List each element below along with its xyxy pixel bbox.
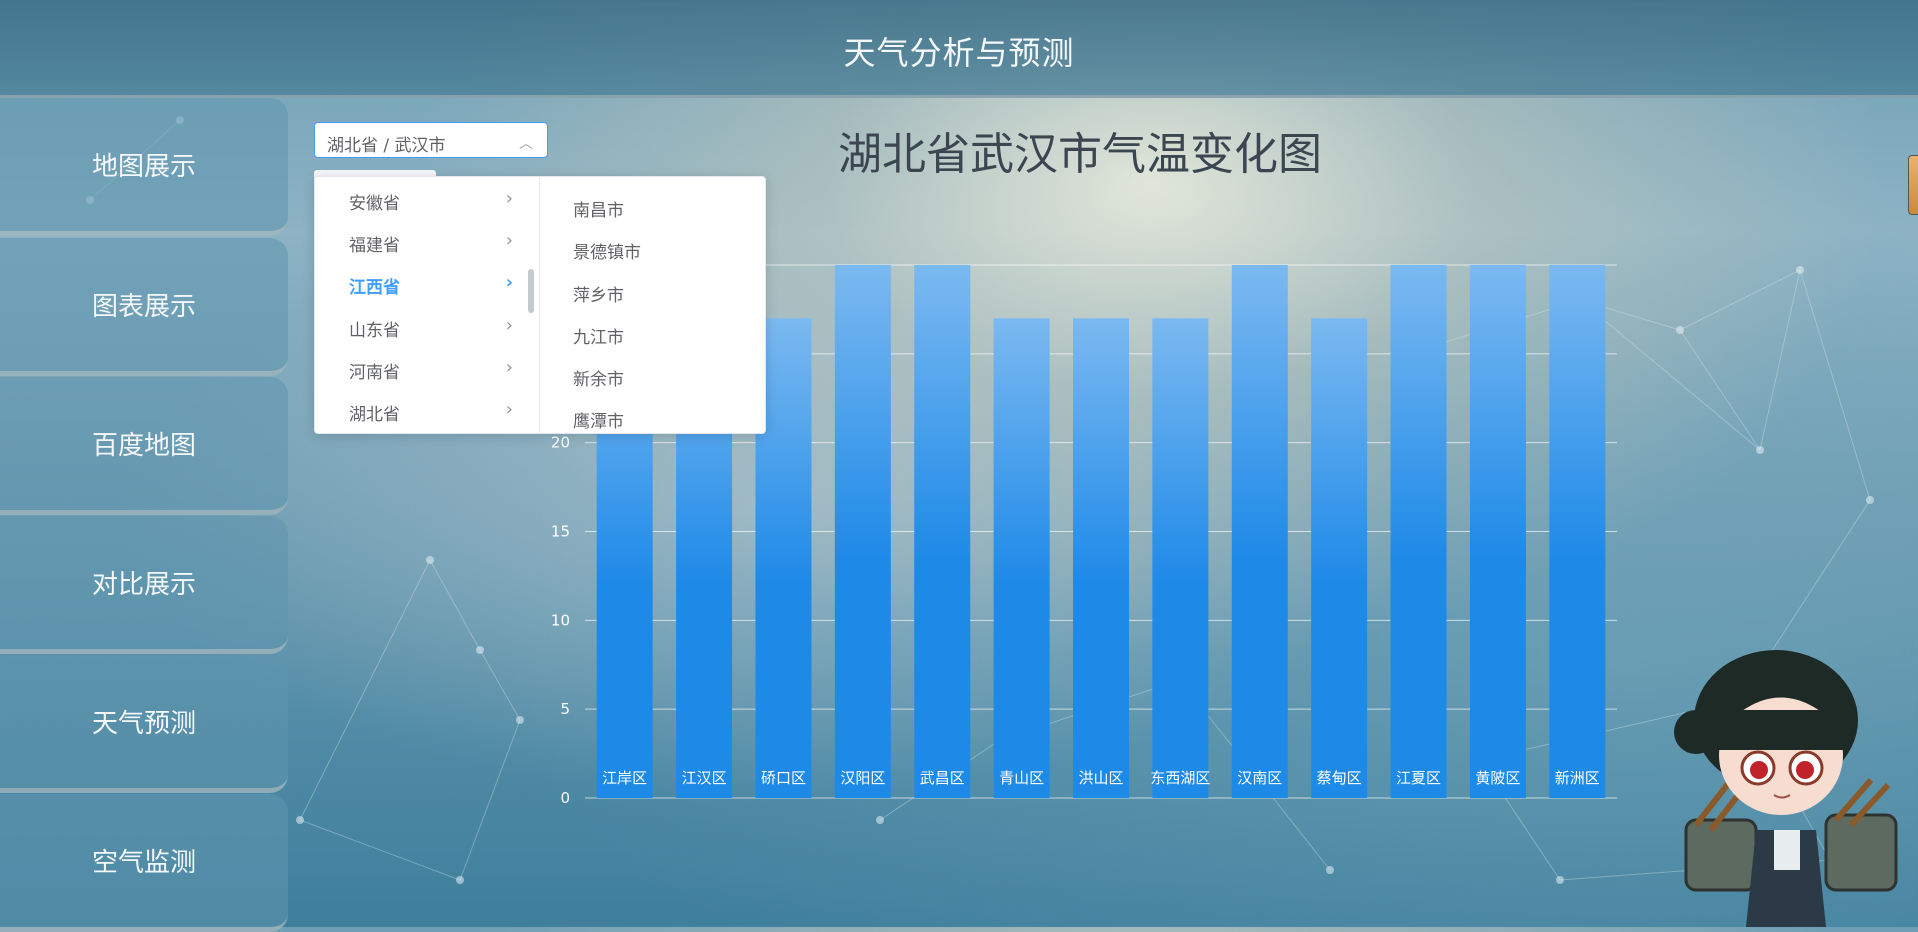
- y-tick-label: 5: [560, 700, 570, 718]
- city-item[interactable]: 南昌市: [540, 186, 765, 226]
- province-item-active[interactable]: 江西省 ›: [315, 263, 529, 303]
- city-label: 南昌市: [573, 201, 624, 221]
- city-item[interactable]: 鹰潭市: [540, 397, 765, 433]
- cascader-value: 湖北省 / 武汉市: [327, 136, 446, 156]
- bar-category-label: 东西湖区: [1150, 769, 1210, 787]
- bar-汉阳区[interactable]: [834, 265, 891, 798]
- province-label: 湖北省: [349, 405, 400, 425]
- bar-蔡甸区[interactable]: [1311, 318, 1368, 798]
- city-item[interactable]: 新余市: [540, 355, 765, 395]
- bar-category-label: 汉南区: [1237, 769, 1282, 787]
- bar-category-label: 武昌区: [920, 769, 965, 787]
- chart-title: 湖北省武汉市气温变化图: [838, 129, 1322, 180]
- chevron-right-icon: ›: [505, 188, 513, 209]
- province-label: 江西省: [349, 278, 400, 298]
- province-label: 山东省: [349, 321, 400, 341]
- menu-scrollbar[interactable]: [528, 269, 534, 313]
- city-label: 景德镇市: [573, 243, 641, 263]
- bar-江夏区[interactable]: [1390, 265, 1447, 798]
- y-tick-label: 10: [551, 611, 570, 629]
- bar-新洲区[interactable]: [1549, 265, 1606, 798]
- province-label: 福建省: [349, 236, 400, 256]
- cascader-dropdown: 安徽省 › 福建省 › 江西省 › 山东省 › 河南省 › 湖北省 › 南昌市 景德镇市 萍…: [314, 176, 766, 434]
- province-label: 河南省: [349, 363, 400, 383]
- y-tick-label: 15: [551, 523, 570, 541]
- province-item[interactable]: 安徽省 ›: [315, 179, 529, 219]
- bar-category-label: 江汉区: [682, 769, 727, 787]
- chevron-right-icon: ›: [505, 272, 513, 293]
- region-cascader[interactable]: 湖北省 / 武汉市 ︿: [314, 122, 548, 158]
- province-item[interactable]: 福建省 ›: [315, 221, 529, 261]
- bar-category-label: 洪山区: [1078, 769, 1123, 787]
- bar-武昌区[interactable]: [914, 265, 971, 798]
- city-item[interactable]: 萍乡市: [540, 271, 765, 311]
- bar-category-label: 蔡甸区: [1317, 769, 1362, 787]
- city-label: 萍乡市: [573, 286, 624, 306]
- bar-category-label: 青山区: [999, 769, 1044, 787]
- bar-东西湖区[interactable]: [1152, 318, 1209, 798]
- bar-洪山区[interactable]: [1073, 318, 1129, 798]
- bar-category-label: 黄陂区: [1475, 769, 1520, 787]
- province-item[interactable]: 山东省 ›: [315, 306, 529, 346]
- chevron-up-icon: ︿: [519, 136, 533, 152]
- bar-category-label: 新洲区: [1555, 769, 1600, 787]
- side-drawer-handle[interactable]: [1908, 155, 1918, 215]
- bar-category-label: 江夏区: [1396, 769, 1441, 787]
- city-label: 新余市: [573, 370, 624, 390]
- city-item[interactable]: 景德镇市: [540, 228, 765, 268]
- chevron-right-icon: ›: [505, 357, 513, 378]
- province-item[interactable]: 河南省 ›: [315, 348, 529, 388]
- bar-category-label: 汉阳区: [840, 769, 885, 787]
- bar-category-label: 硚口区: [761, 769, 806, 787]
- city-label: 九江市: [573, 328, 624, 348]
- chevron-right-icon: ›: [505, 315, 513, 336]
- y-tick-label: 0: [560, 789, 570, 807]
- y-tick-label: 20: [551, 434, 570, 452]
- province-label: 安徽省: [349, 194, 400, 214]
- city-label: 鹰潭市: [573, 412, 624, 432]
- province-menu: 安徽省 › 福建省 › 江西省 › 山东省 › 河南省 › 湖北省 ›: [315, 177, 540, 433]
- mascot-character-image: [1674, 650, 1898, 927]
- bar-青山区[interactable]: [993, 318, 1050, 798]
- city-item[interactable]: 九江市: [540, 313, 765, 353]
- chevron-right-icon: ›: [505, 399, 513, 420]
- bar-黄陂区[interactable]: [1469, 265, 1526, 798]
- province-item[interactable]: 湖北省 ›: [315, 390, 529, 430]
- bar-汉南区[interactable]: [1231, 265, 1288, 798]
- chevron-right-icon: ›: [505, 230, 513, 251]
- city-menu: 南昌市 景德镇市 萍乡市 九江市 新余市 鹰潭市: [540, 177, 765, 433]
- bar-category-label: 江岸区: [602, 769, 647, 787]
